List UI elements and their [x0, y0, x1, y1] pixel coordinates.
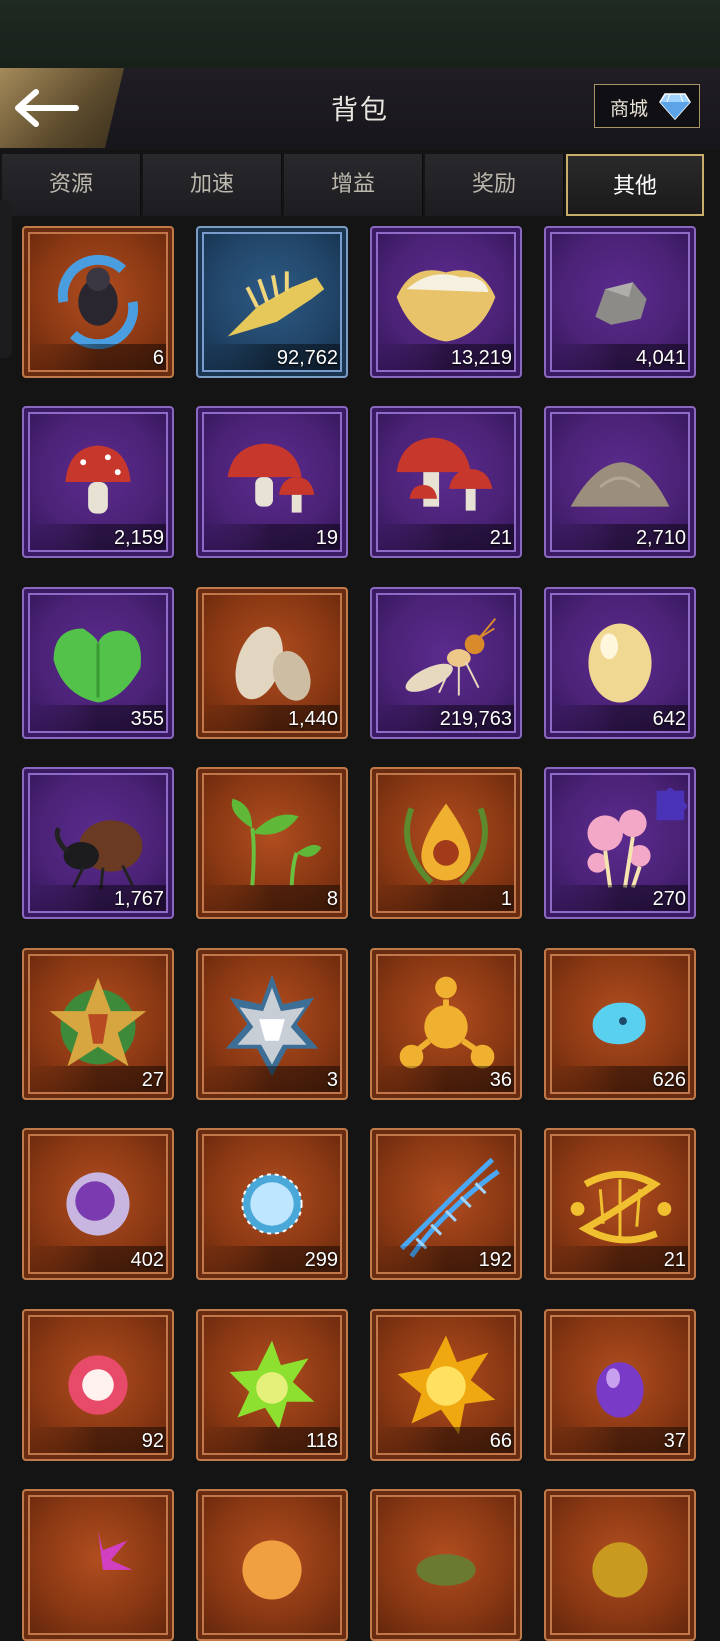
item-slot[interactable] — [196, 1489, 348, 1641]
item-count: 2,710 — [635, 527, 686, 549]
item-count: 270 — [652, 888, 686, 910]
item-slot[interactable]: 92,762 — [196, 226, 348, 378]
item-slot[interactable]: 402 — [22, 1128, 174, 1280]
item-slot[interactable]: 4,041 — [544, 226, 696, 378]
item-slot[interactable]: 270 — [544, 767, 696, 919]
item-slot[interactable]: 299 — [196, 1128, 348, 1280]
item-slot[interactable]: 192 — [370, 1128, 522, 1280]
count-backdrop — [30, 344, 166, 370]
item-count: 13,219 — [450, 347, 512, 369]
item-count: 402 — [130, 1249, 164, 1271]
item-slot[interactable]: 1,767 — [22, 767, 174, 919]
item-count: 21 — [489, 527, 512, 549]
item-count: 37 — [663, 1430, 686, 1452]
count-backdrop — [204, 1066, 340, 1092]
item-count: 299 — [304, 1249, 338, 1271]
pink-spiky-item-icon — [98, 1530, 133, 1570]
green-item-icon — [416, 1554, 476, 1586]
item-slot[interactable]: 642 — [544, 587, 696, 739]
item-slot[interactable]: 2,710 — [544, 406, 696, 558]
item-count: 355 — [130, 708, 164, 730]
count-backdrop — [378, 885, 514, 911]
item-count: 1,767 — [113, 888, 164, 910]
item-count: 2,159 — [113, 527, 164, 549]
item-slot[interactable]: 355 — [22, 587, 174, 739]
item-count: 626 — [652, 1069, 686, 1091]
item-count: 66 — [489, 1430, 512, 1452]
item-slot[interactable]: 92 — [22, 1309, 174, 1461]
item-slot[interactable]: 6 — [22, 226, 174, 378]
item-slot[interactable]: 3 — [196, 948, 348, 1100]
gold-item-icon — [592, 1542, 648, 1598]
item-count: 219,763 — [439, 708, 512, 730]
item-slot[interactable]: 37 — [544, 1309, 696, 1461]
item-slot[interactable]: 219,763 — [370, 587, 522, 739]
item-count: 4,041 — [635, 347, 686, 369]
item-count: 92,762 — [276, 347, 338, 369]
item-count: 642 — [652, 708, 686, 730]
item-slot[interactable]: 21 — [370, 406, 522, 558]
item-slot[interactable]: 27 — [22, 948, 174, 1100]
item-slot[interactable]: 1 — [370, 767, 522, 919]
item-slot[interactable] — [370, 1489, 522, 1641]
item-count: 36 — [489, 1069, 512, 1091]
item-slot[interactable]: 66 — [370, 1309, 522, 1461]
item-slot[interactable]: 118 — [196, 1309, 348, 1461]
item-slot[interactable] — [544, 1489, 696, 1641]
item-count: 118 — [306, 1430, 338, 1452]
item-slot[interactable]: 13,219 — [370, 226, 522, 378]
item-count: 6 — [152, 347, 164, 369]
item-count: 21 — [663, 1249, 686, 1271]
item-slot[interactable]: 19 — [196, 406, 348, 558]
item-slot[interactable]: 21 — [544, 1128, 696, 1280]
count-backdrop — [204, 885, 340, 911]
item-count: 92 — [141, 1430, 164, 1452]
item-slot[interactable]: 36 — [370, 948, 522, 1100]
item-count: 8 — [326, 888, 338, 910]
item-slot[interactable]: 1,440 — [196, 587, 348, 739]
item-grid: 6 92,762 13,219 4,041 2,159 19 21 2,710 355 1,440… — [0, 0, 720, 1641]
item-count: 1 — [500, 888, 512, 910]
item-count: 1,440 — [287, 708, 338, 730]
orange-flower-item-icon — [242, 1540, 302, 1600]
item-count: 19 — [315, 527, 338, 549]
item-slot[interactable] — [22, 1489, 174, 1641]
item-count: 192 — [478, 1249, 512, 1271]
item-count: 27 — [141, 1069, 164, 1091]
item-slot[interactable]: 2,159 — [22, 406, 174, 558]
item-slot[interactable]: 8 — [196, 767, 348, 919]
item-count: 3 — [326, 1069, 338, 1091]
item-slot[interactable]: 626 — [544, 948, 696, 1100]
